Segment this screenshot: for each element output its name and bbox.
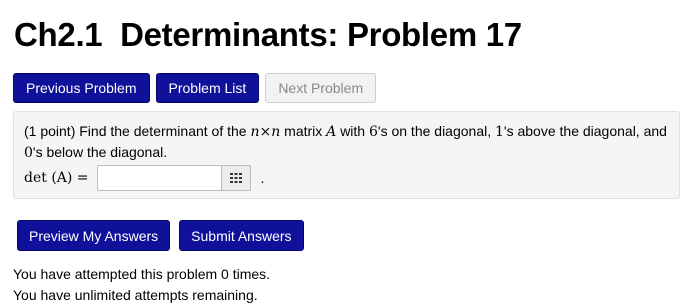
math-var-A: A bbox=[326, 124, 337, 140]
attempts-remaining-text: You have unlimited attempts remaining. bbox=[13, 287, 258, 303]
answer-actions: Preview My Answers Submit Answers bbox=[17, 220, 304, 251]
answer-row: det (A) = . bbox=[24, 165, 669, 191]
attempts-count-text: You have attempted this problem 0 times. bbox=[13, 266, 271, 282]
matrix-entry-button[interactable] bbox=[220, 165, 251, 191]
preview-answers-button[interactable]: Preview My Answers bbox=[17, 220, 171, 251]
problem-text: (1 point) Find the determinant of the n×… bbox=[24, 121, 669, 163]
math-num-6: 6 bbox=[368, 124, 378, 140]
problem-text-part: 's on the diagonal, bbox=[377, 123, 492, 139]
page-title: Ch2.1 Determinants: Problem 17 bbox=[14, 16, 522, 53]
problem-text-part: with bbox=[340, 123, 366, 139]
previous-problem-button[interactable]: Previous Problem bbox=[13, 73, 150, 103]
attempt-status: You have attempted this problem 0 times.… bbox=[13, 264, 270, 306]
math-times: × bbox=[259, 124, 272, 140]
answer-input[interactable] bbox=[96, 165, 221, 191]
math-num-1: 1 bbox=[495, 124, 504, 140]
problem-text-part: 's below the diagonal. bbox=[32, 144, 168, 160]
grid-icon bbox=[229, 173, 242, 183]
math-var-n: n bbox=[250, 124, 260, 140]
answer-period: . bbox=[260, 170, 265, 186]
submit-answers-button[interactable]: Submit Answers bbox=[179, 220, 304, 251]
problem-text-part: matrix bbox=[284, 123, 323, 139]
math-num-0: 0 bbox=[24, 145, 33, 161]
problem-statement: (1 point) Find the determinant of the n×… bbox=[13, 111, 680, 199]
problem-text-part: 's above the diagonal, and bbox=[503, 123, 667, 139]
points-label: (1 point) bbox=[24, 123, 76, 139]
problem-navigation: Previous Problem Problem List Next Probl… bbox=[13, 73, 377, 103]
problem-list-button[interactable]: Problem List bbox=[155, 73, 260, 103]
next-problem-button: Next Problem bbox=[265, 73, 377, 103]
problem-text-part: Find the determinant of the bbox=[79, 123, 247, 139]
answer-label: det (A) = bbox=[24, 170, 89, 186]
math-var-n: n bbox=[271, 124, 281, 140]
